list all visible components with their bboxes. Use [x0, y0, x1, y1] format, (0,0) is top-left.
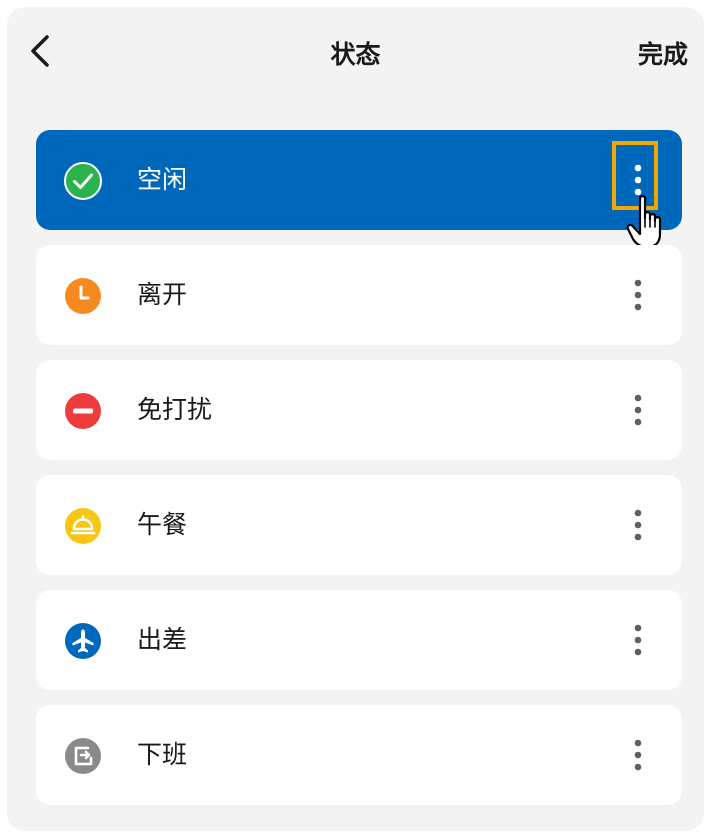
status-label: 下班 — [137, 740, 188, 769]
status-item-lunch[interactable]: 午餐 — [36, 475, 682, 575]
airplane-icon — [65, 623, 101, 659]
meal-cover-icon — [65, 508, 101, 544]
more-options-icon[interactable] — [626, 160, 650, 200]
minus-circle-icon — [65, 393, 101, 429]
back-button[interactable] — [21, 31, 61, 71]
status-label: 离开 — [137, 280, 188, 309]
more-options-icon[interactable] — [626, 390, 650, 430]
status-label: 空闲 — [137, 165, 188, 194]
more-options-icon[interactable] — [626, 505, 650, 545]
exit-icon — [65, 738, 101, 774]
check-circle-icon — [64, 162, 102, 200]
status-item-idle[interactable]: 空闲 — [36, 130, 682, 249]
status-item-away[interactable]: 离开 — [36, 245, 682, 345]
hand-pointer-icon — [626, 195, 662, 249]
more-options-icon[interactable] — [626, 275, 650, 315]
status-list: 空闲 离开 免打扰 午餐 出差 下班 — [36, 130, 682, 820]
status-item-business-trip[interactable]: 出差 — [36, 590, 682, 690]
status-label: 出差 — [137, 625, 188, 654]
chevron-left-icon — [31, 35, 49, 67]
clock-icon — [65, 278, 101, 314]
status-panel: 状态 完成 空闲 离开 免打扰 午餐 出差 下班 — [7, 7, 704, 831]
status-label: 免打扰 — [137, 395, 213, 424]
page-title: 状态 — [330, 40, 381, 69]
status-label: 午餐 — [137, 510, 188, 539]
status-item-do-not-disturb[interactable]: 免打扰 — [36, 360, 682, 460]
header: 状态 完成 — [7, 7, 704, 97]
more-options-icon[interactable] — [626, 620, 650, 660]
done-button[interactable]: 完成 — [638, 35, 688, 71]
more-options-icon[interactable] — [626, 735, 650, 775]
status-item-off-work[interactable]: 下班 — [36, 705, 682, 805]
